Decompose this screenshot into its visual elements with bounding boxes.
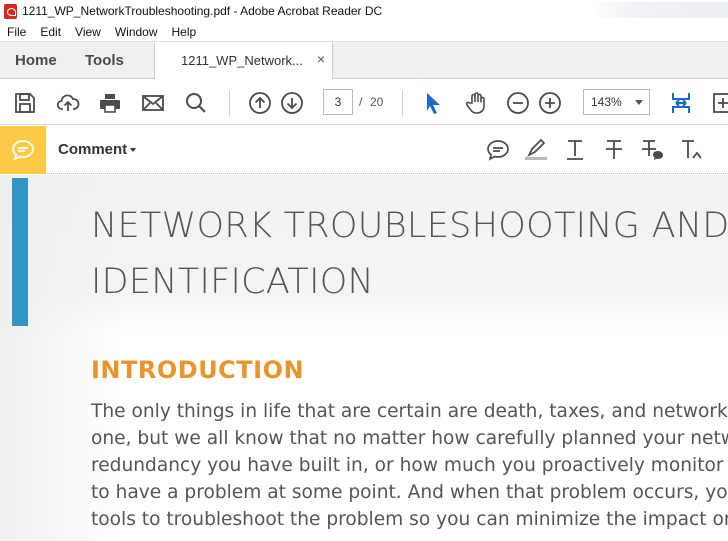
save-icon[interactable] [13, 91, 37, 115]
underline-text-icon[interactable] [562, 138, 588, 162]
comment-menu-label: Comment [58, 141, 128, 158]
more-tools-icon[interactable] [711, 91, 728, 115]
menu-help[interactable]: Help [172, 25, 197, 39]
body-line: redundancy you have built in, or how muc… [91, 455, 728, 476]
menu-view[interactable]: View [75, 25, 101, 39]
menu-edit[interactable]: Edit [40, 25, 61, 39]
document-viewer[interactable]: NETWORK TROUBLESHOOTING AND IDENTIFICATI… [0, 175, 728, 541]
chevron-down-icon [130, 148, 137, 153]
toolbar-separator [229, 90, 230, 116]
body-line: one, but we all know that no matter how … [91, 428, 728, 449]
menu-window[interactable]: Window [115, 25, 158, 39]
close-tab-icon[interactable]: × [317, 51, 325, 67]
comment-menu[interactable]: Comment [58, 141, 137, 158]
zoom-out-icon[interactable] [506, 91, 530, 115]
main-toolbar: 3 / 20 143% [0, 80, 728, 125]
sticky-note-icon[interactable] [485, 138, 511, 162]
comment-bubble-icon [12, 140, 34, 161]
zoom-in-icon[interactable] [538, 91, 562, 115]
body-line: The only things in life that are certain… [91, 401, 728, 422]
toolbar-separator [402, 90, 403, 116]
menu-bar: File Edit View Window Help [0, 22, 728, 42]
document-body: The only things in life that are certain… [91, 398, 728, 533]
title-bar-blur [588, 2, 728, 18]
chevron-down-icon [635, 100, 643, 105]
highlight-icon[interactable] [523, 138, 549, 162]
tab-tools[interactable]: Tools [85, 52, 124, 69]
hand-tool-icon[interactable] [464, 91, 488, 115]
pdf-page: NETWORK TROUBLESHOOTING AND IDENTIFICATI… [0, 175, 728, 541]
window-title: 1211_WP_NetworkTroubleshooting.pdf - Ado… [22, 4, 383, 18]
tab-document[interactable]: 1211_WP_Network... × [154, 42, 333, 79]
menu-file[interactable]: File [7, 25, 26, 39]
zoom-value: 143% [591, 95, 622, 109]
title-bar: 1211_WP_NetworkTroubleshooting.pdf - Ado… [0, 0, 728, 22]
strikethrough-icon[interactable] [601, 138, 627, 162]
fit-page-icon[interactable] [669, 91, 693, 115]
upload-icon[interactable] [56, 91, 80, 115]
tab-bar: Home Tools 1211_WP_Network... × [0, 42, 728, 79]
body-line: to have a problem at some point. And whe… [91, 482, 728, 503]
email-icon[interactable] [141, 91, 165, 115]
section-heading: INTRODUCTION [91, 356, 305, 384]
insert-text-icon[interactable] [679, 138, 705, 162]
page-separator: / [359, 95, 363, 109]
search-icon[interactable] [184, 91, 208, 115]
total-pages: 20 [370, 95, 384, 109]
pdf-file-icon [4, 3, 17, 19]
select-cursor-icon[interactable] [421, 91, 445, 115]
body-line: tools to troubleshoot the problem so you… [91, 509, 728, 530]
print-icon[interactable] [98, 91, 122, 115]
tab-home[interactable]: Home [15, 52, 57, 69]
comment-toolbar: Comment [0, 126, 728, 174]
decorative-side-bar [12, 178, 28, 326]
tab-document-label: 1211_WP_Network... [181, 53, 303, 68]
comment-tool-tab[interactable] [0, 126, 46, 174]
next-page-icon[interactable] [280, 91, 304, 115]
current-page-input[interactable]: 3 [323, 89, 353, 115]
document-title-line: IDENTIFICATION [91, 262, 375, 302]
replace-text-icon[interactable] [640, 138, 666, 162]
zoom-select[interactable]: 143% [583, 89, 650, 115]
document-title: NETWORK TROUBLESHOOTING AND IDENTIFICATI… [91, 198, 728, 310]
previous-page-icon[interactable] [248, 91, 272, 115]
document-title-line: NETWORK TROUBLESHOOTING AND [91, 206, 728, 246]
